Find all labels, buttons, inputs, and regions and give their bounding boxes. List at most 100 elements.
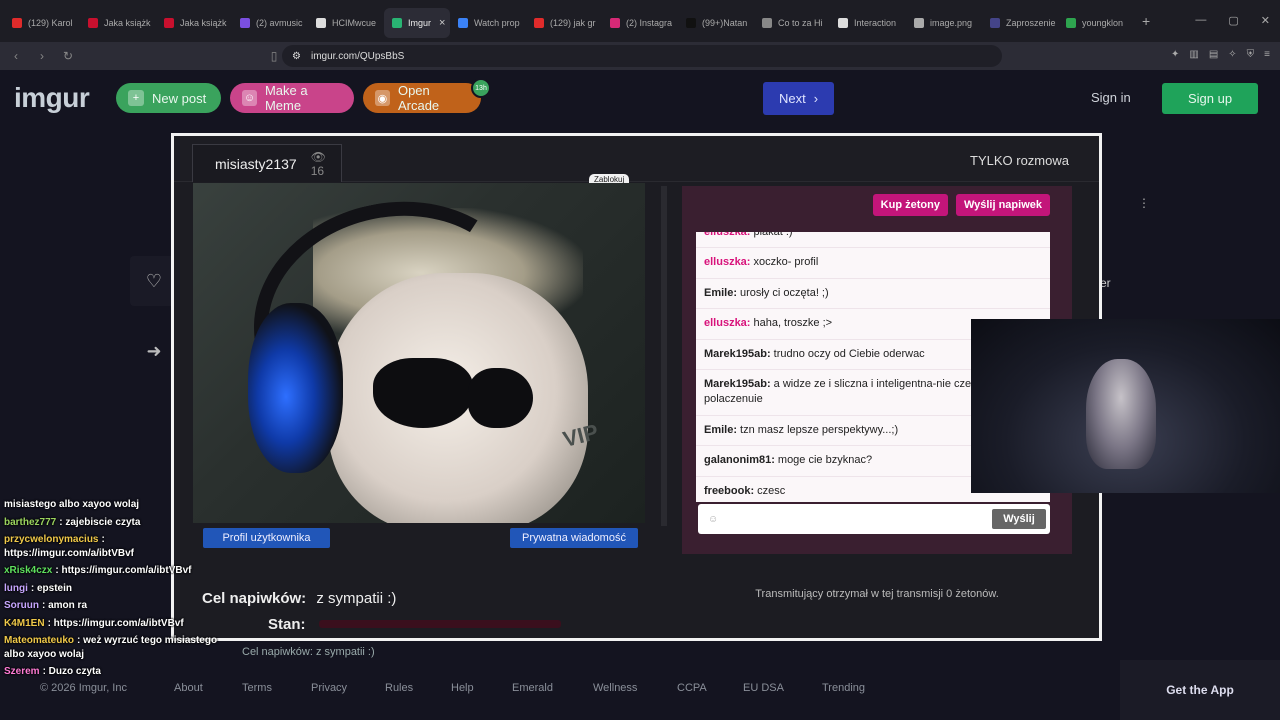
browser-tab-strip: (129) Karol Jaka książk Jaka książk (2) avm…: [0, 0, 1280, 42]
footer-link[interactable]: Emerald: [512, 682, 553, 694]
browser-toolbar: ‹ › ↻ ▯ ⚙ imgur.com/QUpsBbS ✦ ▥ ▤ ✧ ⛨ ≡: [0, 42, 1280, 70]
open-arcade-button[interactable]: ◉ Open Arcade: [363, 83, 481, 113]
browser-tab[interactable]: (2) Instagra: [602, 8, 678, 38]
tokens-received-line: Transmitujący otrzymał w tej transmisji …: [755, 588, 999, 600]
send-tip-button[interactable]: Wyślij napiwek: [955, 194, 1050, 216]
new-tab-icon[interactable]: +: [1142, 13, 1150, 29]
get-app-button[interactable]: Get the App: [1120, 660, 1280, 720]
video-action-bar: Profil użytkownika Prywatna wiadomość: [193, 526, 645, 550]
browser-tab[interactable]: (129) Karol: [4, 8, 80, 38]
tab-favicon-icon: [990, 18, 1000, 28]
chat-message-text: czesc: [757, 484, 786, 497]
wallet-icon[interactable]: ▤: [1209, 49, 1218, 60]
overlay-chat-username: Soruun: [4, 600, 39, 611]
browser-tab[interactable]: Co to za Hi: [754, 8, 830, 38]
site-info-icon[interactable]: ⚙: [292, 51, 301, 62]
overlay-chat-username: K4M1EN: [4, 617, 45, 629]
sign-up-button[interactable]: Sign up: [1162, 83, 1258, 114]
next-button[interactable]: Next ›: [763, 82, 834, 115]
chat-message-text: moge cie bzyknac?: [777, 454, 873, 467]
chat-message-user[interactable]: elluszka:: [704, 317, 750, 329]
private-message-button[interactable]: Prywatna wiadomość: [510, 528, 638, 548]
browser-tab[interactable]: image.png: [906, 8, 982, 38]
stream-mode: TYLKO rozmowa: [970, 153, 1069, 168]
footer-link[interactable]: CCPA: [677, 682, 707, 694]
reload-icon[interactable]: ↻: [58, 49, 78, 63]
chat-input[interactable]: ☺ Wyślij: [698, 504, 1050, 534]
tab-favicon-icon: [164, 18, 174, 28]
make-meme-button[interactable]: ☺ Make a Meme: [230, 83, 354, 113]
close-window-icon[interactable]: ✕: [1261, 14, 1270, 27]
chat-message-user[interactable]: Emile:: [704, 424, 737, 436]
vpn-icon[interactable]: ⛨: [1247, 49, 1255, 60]
browser-tab[interactable]: Imgur ×: [384, 8, 450, 38]
sign-in-link[interactable]: Sign in: [1091, 90, 1131, 105]
tab-label: Watch prop: [474, 18, 520, 28]
browser-tab[interactable]: HCIMwcue: [308, 8, 384, 38]
post-image-stream: misiasty2137 👁 16 TYLKO rozmowa Zablokuj…: [171, 133, 1102, 641]
sidebar-icon[interactable]: ▥: [1189, 49, 1198, 60]
tab-label: (129) jak gr: [550, 18, 596, 28]
footer-link[interactable]: Wellness: [593, 682, 637, 694]
url-text: imgur.com/QUpsBbS: [310, 50, 405, 62]
browser-tab[interactable]: Jaka książk: [80, 8, 156, 38]
tab-label: (2) avmusic: [256, 18, 303, 28]
footer-link[interactable]: Privacy: [311, 682, 347, 694]
chat-message-user[interactable]: Emile:: [704, 287, 737, 299]
footer-link[interactable]: Help: [451, 682, 474, 694]
streamer-username: misiasty2137: [215, 155, 297, 172]
footer-link[interactable]: Trending: [822, 682, 865, 694]
overlay-chat-line: K4M1EN: https://imgur.com/a/ibtVBvf: [0, 615, 232, 633]
ai-icon[interactable]: ✧: [1228, 49, 1236, 60]
browser-tab[interactable]: Zaproszenie: [982, 8, 1058, 38]
chat-message-user[interactable]: galanonim81:: [704, 454, 775, 466]
tab-label: Co to za Hi: [778, 18, 823, 28]
open-arcade-label: Open Arcade: [397, 83, 440, 113]
forward-icon[interactable]: ›: [32, 49, 52, 63]
browser-tab[interactable]: (2) avmusic: [232, 8, 308, 38]
footer-link[interactable]: EU DSA: [743, 682, 784, 694]
imgur-logo[interactable]: imgur: [14, 82, 90, 114]
overlay-chat-line: przycwelonymacius: https://imgur.com/a/i…: [0, 531, 232, 562]
status-label: Stan:: [268, 616, 306, 633]
chat-message-user[interactable]: Marek195ab:: [704, 348, 771, 360]
tab-favicon-icon: [762, 18, 772, 28]
chat-message-user[interactable]: freebook:: [704, 485, 754, 497]
browser-tab[interactable]: Watch prop: [450, 8, 526, 38]
overlay-chat-username: przycwelonymacius: [4, 534, 99, 545]
browser-tab[interactable]: Interaction: [830, 8, 906, 38]
buy-tokens-button[interactable]: Kup żetony: [872, 194, 948, 216]
extensions-icon[interactable]: ✦: [1171, 49, 1179, 60]
maximize-icon[interactable]: ▢: [1228, 14, 1238, 27]
chat-message-user[interactable]: elluszka:: [704, 232, 750, 238]
overlay-chat-line: xRisk4czx: https://imgur.com/a/ibtVBvf: [0, 562, 232, 580]
bookmark-icon[interactable]: ▯: [264, 49, 284, 63]
chat-message-user[interactable]: elluszka:: [704, 256, 750, 268]
more-options-icon[interactable]: ⋮: [1138, 196, 1150, 210]
send-button[interactable]: Wyślij: [992, 509, 1046, 529]
menu-icon[interactable]: ≡: [1264, 49, 1270, 60]
browser-tab[interactable]: (129) jak gr: [526, 8, 602, 38]
tab-favicon-icon: [392, 18, 402, 28]
footer-link[interactable]: Terms: [242, 682, 272, 694]
browser-tab[interactable]: (99+)Natan: [678, 8, 754, 38]
overlay-chat-text: : epstein: [30, 582, 73, 594]
address-bar[interactable]: ⚙ imgur.com/QUpsBbS: [282, 45, 1002, 67]
chat-message-user[interactable]: Marek195ab:: [704, 378, 771, 390]
new-post-button[interactable]: + New post: [116, 83, 221, 113]
overlay-chat-line: misiastego albo xayoo wolaj: [0, 496, 232, 514]
tab-label: youngklon: [1082, 18, 1124, 28]
minimize-icon[interactable]: —: [1195, 14, 1206, 27]
chat-message: elluszka: plakat :): [696, 232, 1050, 249]
browser-tab[interactable]: Jaka książk: [156, 8, 232, 38]
arcade-timer-badge: 13h: [471, 78, 491, 98]
stream-user-tab[interactable]: misiasty2137 👁 16: [192, 144, 342, 182]
back-icon[interactable]: ‹: [6, 49, 26, 63]
tab-close-icon[interactable]: ×: [439, 17, 445, 29]
emoji-icon[interactable]: ☺: [708, 514, 718, 525]
chat-message: Emile: urosły ci oczęta! ;): [696, 279, 1050, 310]
overlay-chat-username: xRisk4czx: [4, 565, 53, 576]
viewer-count-value: 16: [310, 163, 325, 178]
browser-tab[interactable]: youngklon: [1058, 8, 1134, 38]
footer-link[interactable]: Rules: [385, 682, 413, 694]
